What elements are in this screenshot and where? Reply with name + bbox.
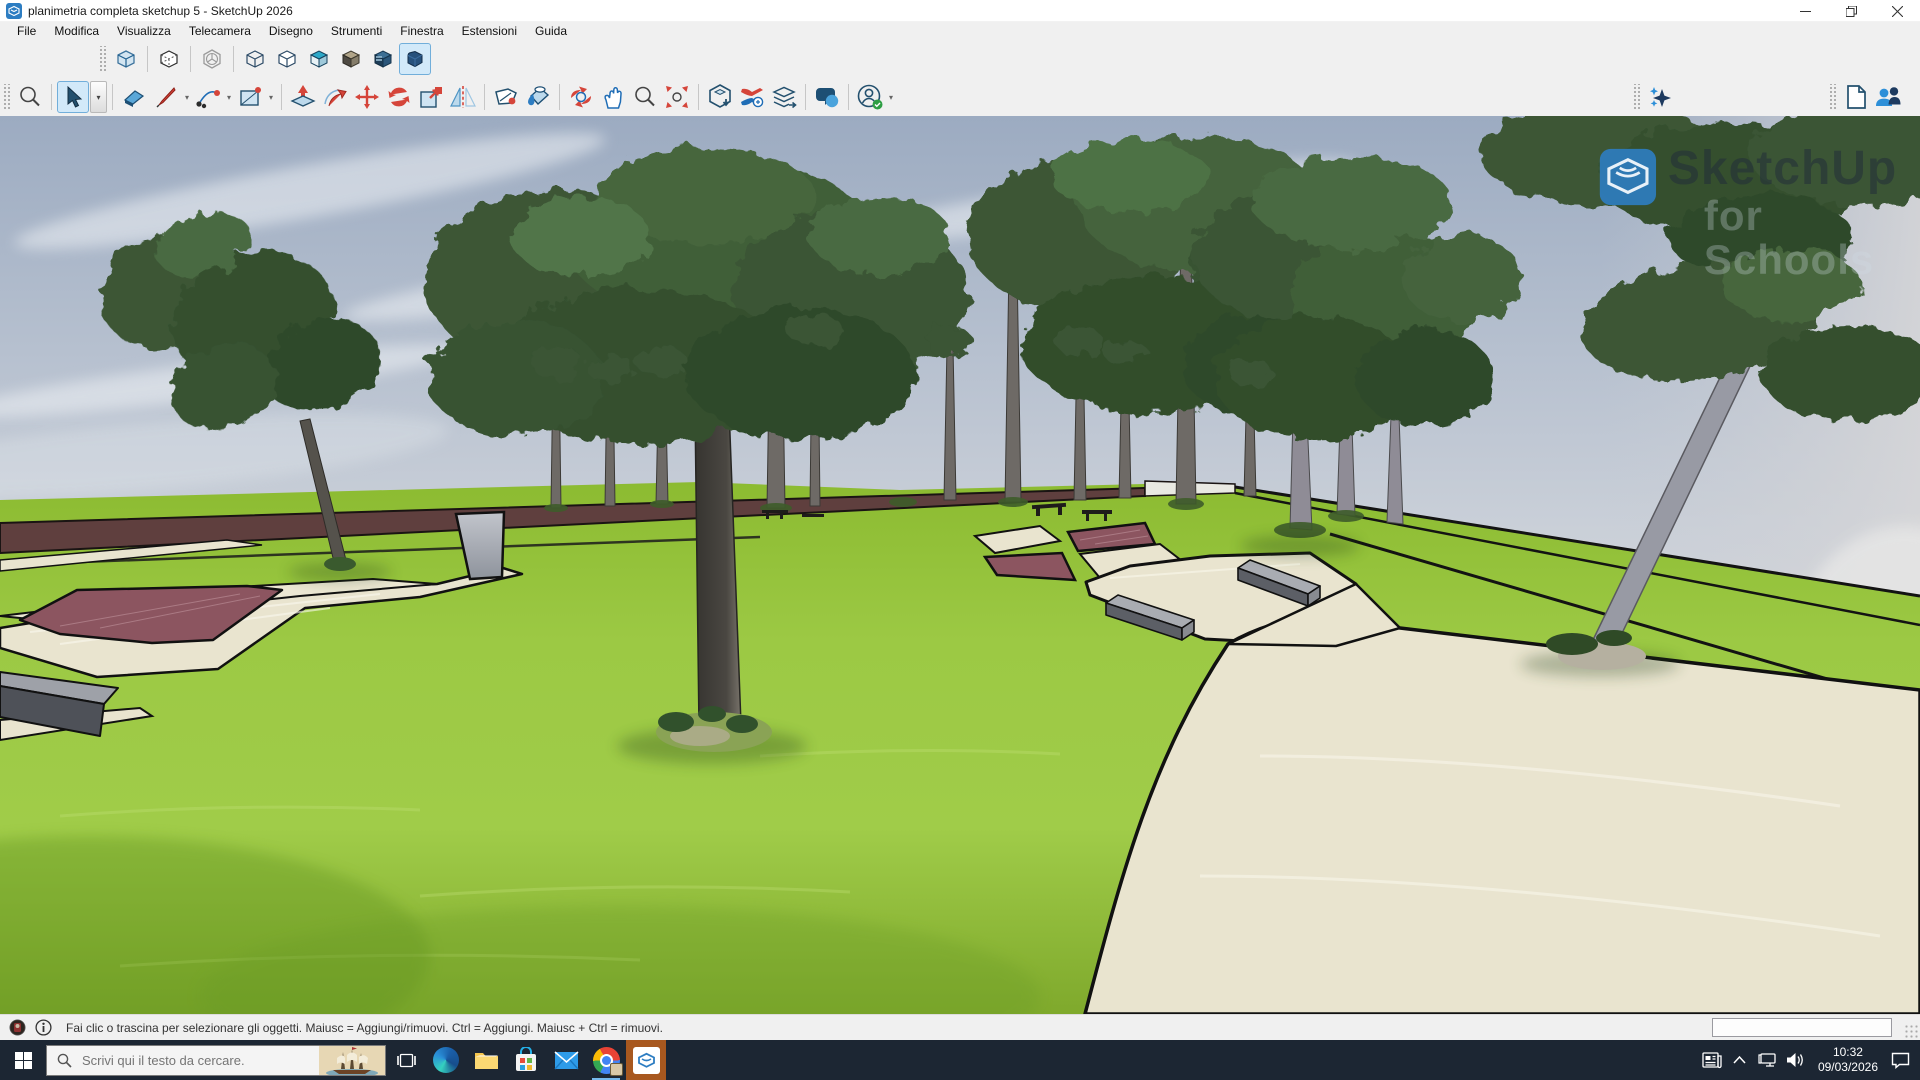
tray-date: 09/03/2026: [1818, 1060, 1878, 1075]
toolbar-drag-handle-2[interactable]: [2, 84, 10, 110]
search-highlight-ship-art[interactable]: [319, 1046, 385, 1075]
monochrome-button[interactable]: [367, 43, 399, 75]
components-chat-button[interactable]: [811, 81, 843, 113]
chrome-icon[interactable]: [586, 1040, 626, 1080]
ai-sparkle-button[interactable]: [1644, 81, 1676, 113]
people-button[interactable]: [1872, 81, 1904, 113]
account-button[interactable]: [854, 81, 886, 113]
resize-grip[interactable]: [1904, 1024, 1918, 1038]
eraser-tool-button[interactable]: [118, 81, 150, 113]
menu-visualizza[interactable]: Visualizza: [108, 23, 180, 39]
menu-estensioni[interactable]: Estensioni: [453, 23, 526, 39]
account-dropdown[interactable]: ▾: [886, 93, 896, 102]
menu-telecamera[interactable]: Telecamera: [180, 23, 260, 39]
measurements-input[interactable]: [1712, 1018, 1892, 1037]
tray-chevron-icon[interactable]: [1726, 1040, 1754, 1080]
restore-button[interactable]: [1828, 0, 1874, 22]
orbit-tool-button[interactable]: [565, 81, 597, 113]
wireframe-hex-button[interactable]: [196, 43, 228, 75]
arcs-tool-dropdown[interactable]: ▾: [224, 93, 234, 102]
geolocation-icon[interactable]: [9, 1019, 26, 1036]
tray-clock[interactable]: 10:32 09/03/2026: [1818, 1045, 1878, 1075]
menu-strumenti[interactable]: Strumenti: [322, 23, 391, 39]
model-viewport[interactable]: SketchUp for Schools: [0, 116, 1920, 1014]
zoom-extents-button[interactable]: [661, 81, 693, 113]
send-to-layout-button[interactable]: [768, 81, 800, 113]
flip-tool-button[interactable]: [447, 81, 479, 113]
scene-render: [0, 116, 1920, 1014]
wireframe-button[interactable]: [239, 43, 271, 75]
sketchup-app-icon: [6, 3, 22, 19]
start-button[interactable]: [0, 1040, 46, 1080]
zoom-tool-button[interactable]: [629, 81, 661, 113]
toolbar-drag-handle[interactable]: [98, 46, 106, 72]
close-button[interactable]: [1874, 0, 1920, 22]
shapes-tool-button[interactable]: [234, 81, 266, 113]
menu-guida[interactable]: Guida: [526, 23, 576, 39]
window-title: planimetria completa sketchup 5 - Sketch…: [28, 4, 293, 18]
toolbar-drag-handle-3[interactable]: [1632, 84, 1640, 110]
arcs-tool-button[interactable]: [192, 81, 224, 113]
xray-mode-button[interactable]: [110, 43, 142, 75]
sketchup-window: planimetria completa sketchup 5 - Sketch…: [0, 0, 1920, 1080]
new-document-button[interactable]: [1840, 81, 1872, 113]
system-tray: 10:32 09/03/2026: [1698, 1040, 1920, 1080]
file-explorer-icon[interactable]: [466, 1040, 506, 1080]
extension-warehouse-button[interactable]: [736, 81, 768, 113]
status-bar: Fai clic o trascina per selezionare gli …: [0, 1014, 1920, 1040]
mail-icon[interactable]: [546, 1040, 586, 1080]
info-icon[interactable]: [35, 1019, 52, 1036]
menu-finestra[interactable]: Finestra: [391, 23, 452, 39]
action-center-icon[interactable]: [1886, 1040, 1914, 1080]
offset-tool-button[interactable]: [319, 81, 351, 113]
status-hint: Fai clic o trascina per selezionare gli …: [66, 1021, 663, 1035]
menu-file[interactable]: File: [8, 23, 45, 39]
task-view-button[interactable]: [386, 1040, 426, 1080]
hidden-line-button[interactable]: [271, 43, 303, 75]
warehouse-3d-button[interactable]: [704, 81, 736, 113]
search-tool-button[interactable]: [14, 81, 46, 113]
edge-icon[interactable]: [426, 1040, 466, 1080]
minimize-button[interactable]: [1782, 0, 1828, 22]
shaded-button[interactable]: [303, 43, 335, 75]
search-icon: [57, 1053, 72, 1068]
back-edges-button[interactable]: [153, 43, 185, 75]
menu-bar: File Modifica Visualizza Telecamera Dise…: [0, 22, 1920, 40]
volume-icon[interactable]: [1782, 1040, 1810, 1080]
label-tool-button[interactable]: [490, 81, 522, 113]
pan-tool-button[interactable]: [597, 81, 629, 113]
tray-time: 10:32: [1818, 1045, 1878, 1060]
menu-modifica[interactable]: Modifica: [45, 23, 108, 39]
menu-disegno[interactable]: Disegno: [260, 23, 322, 39]
network-icon[interactable]: [1754, 1040, 1782, 1080]
select-tool-dropdown[interactable]: ▾: [90, 81, 107, 113]
news-widget-icon[interactable]: [1698, 1040, 1726, 1080]
line-tool-dropdown[interactable]: ▾: [182, 93, 192, 102]
scale-tool-button[interactable]: [415, 81, 447, 113]
sketchup-taskbar-icon[interactable]: [626, 1040, 666, 1080]
toolbar-drag-handle-4[interactable]: [1828, 84, 1836, 110]
shaded-textures-button[interactable]: [335, 43, 367, 75]
rotate-tool-button[interactable]: [383, 81, 415, 113]
windows-taskbar: 10:32 09/03/2026: [0, 1040, 1920, 1080]
styles-toolbar: [0, 40, 1920, 78]
move-tool-button[interactable]: [351, 81, 383, 113]
line-tool-button[interactable]: [150, 81, 182, 113]
push-pull-tool-button[interactable]: [287, 81, 319, 113]
paint-bucket-tool-button[interactable]: [522, 81, 554, 113]
getting-started-toolbar: ▾ ▾ ▾ ▾: [0, 78, 1920, 116]
select-tool-button[interactable]: [57, 81, 89, 113]
title-bar: planimetria completa sketchup 5 - Sketch…: [0, 0, 1920, 22]
ambient-occlusion-button[interactable]: [399, 43, 431, 75]
search-input[interactable]: [80, 1052, 319, 1069]
chrome-badge: [610, 1063, 623, 1076]
store-icon[interactable]: [506, 1040, 546, 1080]
shapes-tool-dropdown[interactable]: ▾: [266, 93, 276, 102]
taskbar-search-box[interactable]: [46, 1045, 386, 1076]
